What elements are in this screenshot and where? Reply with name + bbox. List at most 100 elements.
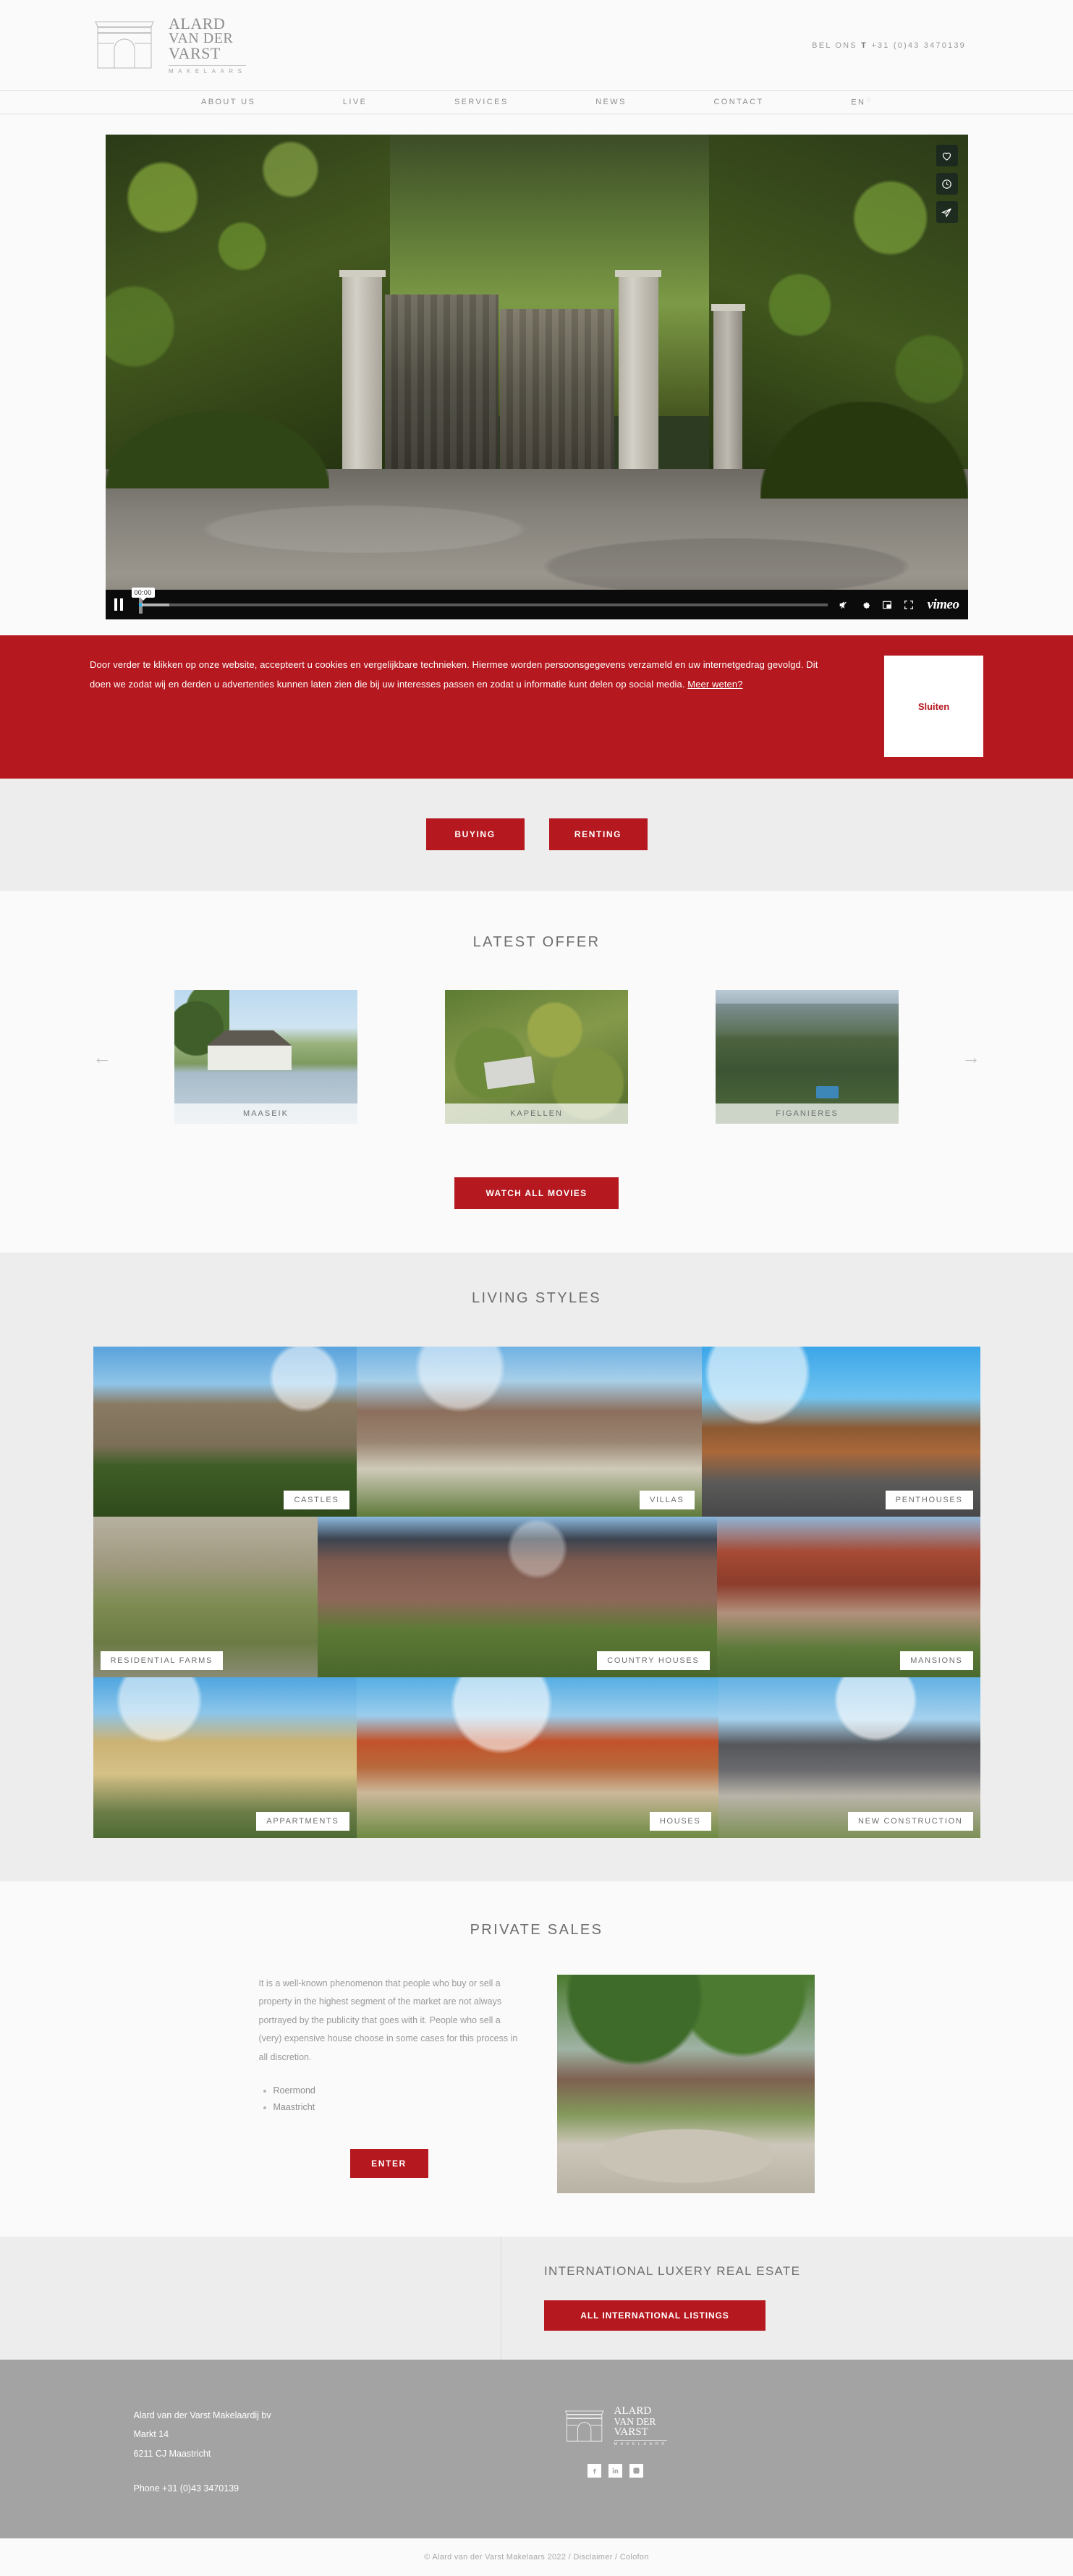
offer-caption: KAPELLEN bbox=[445, 1103, 628, 1124]
living-tile-label: PENTHOUSES bbox=[885, 1491, 973, 1509]
video-controls-bar: 00:00 vimeo bbox=[105, 587, 968, 619]
progress-track[interactable] bbox=[138, 603, 828, 606]
share-button[interactable] bbox=[936, 201, 958, 223]
all-international-listings-button[interactable]: ALL INTERNATIONAL LISTINGS bbox=[544, 2300, 765, 2331]
volume-muted-icon[interactable] bbox=[838, 599, 849, 611]
living-tile-label: VILLAS bbox=[639, 1491, 695, 1509]
video-right-controls: vimeo bbox=[838, 597, 959, 613]
watch-all-movies-button[interactable]: WATCH ALL MOVIES bbox=[454, 1177, 619, 1209]
nav-item-language[interactable]: EN □ bbox=[851, 98, 872, 107]
living-tile-label: APPARTMENTS bbox=[256, 1812, 349, 1831]
private-sales-image bbox=[556, 1975, 815, 2193]
vimeo-logo[interactable]: vimeo bbox=[928, 597, 959, 613]
buying-button[interactable]: BUYING bbox=[425, 818, 525, 850]
arch-logo-icon bbox=[564, 2410, 603, 2441]
like-button[interactable] bbox=[936, 145, 958, 166]
footer-logo-line-1: ALARD bbox=[614, 2405, 652, 2417]
video-progress[interactable]: 00:00 bbox=[131, 587, 828, 614]
video-side-actions bbox=[936, 145, 958, 223]
chevron-down-icon: □ bbox=[867, 98, 872, 103]
international-spacer bbox=[0, 2237, 501, 2360]
hero-video-section: 00:00 vimeo bbox=[0, 114, 1073, 635]
homepage: ALARD VAN DER VARST MAKELAARS BEL ONS T … bbox=[0, 0, 1073, 2576]
linkedin-icon bbox=[612, 2467, 619, 2474]
video-frame-image bbox=[105, 135, 968, 619]
footer-wordmark: ALARD VAN DER VARST MAKELAARS bbox=[614, 2406, 668, 2446]
living-tile-new-construction[interactable]: NEW CONSTRUCTION bbox=[718, 1677, 980, 1838]
offer-card-kapellen[interactable]: KAPELLEN bbox=[445, 990, 628, 1124]
linkedin-link[interactable] bbox=[608, 2464, 622, 2478]
logo-subtitle: MAKELAARS bbox=[169, 64, 247, 75]
cookie-banner: Door verder te klikken op onze website, … bbox=[0, 635, 1073, 779]
latest-offer-section: LATEST OFFER ← MAASEIK KAPELLEN FIGANIER… bbox=[0, 891, 1073, 1253]
copyright-text[interactable]: © Alard van der Varst Makelaars 2022 / D… bbox=[424, 2553, 649, 2562]
nav-item-live[interactable]: LIVE bbox=[343, 98, 367, 107]
facebook-icon bbox=[593, 2468, 596, 2474]
living-tile-label: MANSIONS bbox=[900, 1651, 973, 1670]
logo-wordmark: ALARD VAN DER VARST MAKELAARS bbox=[169, 16, 247, 75]
living-styles-title: LIVING STYLES bbox=[471, 1290, 602, 1306]
arch-logo-icon bbox=[95, 21, 154, 68]
private-sales-enter-button[interactable]: ENTER bbox=[349, 2149, 428, 2179]
video-time-tooltip: 00:00 bbox=[131, 587, 155, 601]
header-phone[interactable]: BEL ONS T +31 (0)43 3470139 bbox=[812, 41, 966, 50]
nav-item-services[interactable]: SERVICES bbox=[454, 98, 509, 107]
living-tile-houses[interactable]: HOUSES bbox=[356, 1677, 718, 1838]
latest-offer-carousel: ← MAASEIK KAPELLEN FIGANIERES → bbox=[0, 990, 1073, 1124]
footer-logo-line-2: VAN DER bbox=[614, 2416, 656, 2427]
footer-city: 6211 CJ Maastricht bbox=[133, 2448, 211, 2459]
fullscreen-icon[interactable] bbox=[903, 599, 915, 611]
cookie-text: Door verder te klikken op onze website, … bbox=[90, 656, 820, 694]
private-sales-section: PRIVATE SALES It is a well-known phenome… bbox=[0, 1881, 1073, 2237]
renting-button[interactable]: RENTING bbox=[548, 818, 648, 850]
header-phone-prefix: BEL ONS bbox=[812, 41, 857, 50]
footer-logo-line-3: VARST bbox=[614, 2425, 648, 2438]
nav-item-about-us[interactable]: ABOUT US bbox=[201, 98, 255, 107]
header-phone-number: +31 (0)43 3470139 bbox=[871, 41, 966, 50]
living-tile-mansions[interactable]: MANSIONS bbox=[716, 1517, 980, 1677]
latest-offer-title: LATEST OFFER bbox=[472, 934, 601, 950]
site-header: ALARD VAN DER VARST MAKELAARS BEL ONS T … bbox=[0, 0, 1073, 90]
living-tile-country-houses[interactable]: COUNTRY HOUSES bbox=[317, 1517, 717, 1677]
site-logo[interactable]: ALARD VAN DER VARST MAKELAARS bbox=[93, 16, 247, 75]
offer-card-maaseik[interactable]: MAASEIK bbox=[174, 990, 357, 1124]
carousel-prev-arrow[interactable]: ← bbox=[93, 1048, 111, 1067]
nav-item-contact[interactable]: CONTACT bbox=[713, 98, 763, 107]
footer-logo-subtitle: MAKELAARS bbox=[614, 2439, 668, 2447]
buy-rent-section: BUYING RENTING bbox=[0, 779, 1073, 891]
list-item[interactable]: Maastricht bbox=[273, 2099, 519, 2116]
offer-caption: MAASEIK bbox=[174, 1103, 357, 1124]
footer-company: Alard van der Varst Makelaardij bv bbox=[133, 2410, 271, 2420]
main-nav: ABOUT US LIVE SERVICES NEWS CONTACT EN □ bbox=[0, 90, 1073, 114]
living-tile-penthouses[interactable]: PENTHOUSES bbox=[701, 1347, 980, 1517]
living-styles-section: LIVING STYLES CASTLES VILLAS PENTHOUSES … bbox=[0, 1253, 1073, 1881]
video-player[interactable]: 00:00 vimeo bbox=[105, 135, 968, 619]
carousel-next-arrow[interactable]: → bbox=[962, 1048, 980, 1067]
cookie-more-link[interactable]: Meer weten? bbox=[687, 679, 742, 690]
living-tile-castles[interactable]: CASTLES bbox=[93, 1347, 357, 1517]
pause-button[interactable] bbox=[114, 598, 132, 611]
living-tile-label: NEW CONSTRUCTION bbox=[847, 1812, 973, 1831]
copyright-bar: © Alard van der Varst Makelaars 2022 / D… bbox=[0, 2538, 1073, 2576]
list-item[interactable]: Roermond bbox=[273, 2083, 519, 2099]
private-sales-body: It is a well-known phenomenon that peopl… bbox=[258, 1978, 518, 2062]
living-tile-appartments[interactable]: APPARTMENTS bbox=[93, 1677, 357, 1838]
clock-icon bbox=[942, 179, 951, 189]
offer-card-figanieres[interactable]: FIGANIERES bbox=[716, 990, 899, 1124]
pip-icon[interactable] bbox=[881, 599, 893, 611]
living-tile-residential-farms[interactable]: RESIDENTIAL FARMS bbox=[93, 1517, 318, 1677]
living-tile-villas[interactable]: VILLAS bbox=[356, 1347, 702, 1517]
footer-address: Alard van der Varst Makelaardij bv Markt… bbox=[134, 2406, 539, 2498]
watch-later-button[interactable] bbox=[936, 173, 958, 195]
cookie-close-button[interactable]: Sluiten bbox=[884, 656, 983, 757]
facebook-link[interactable] bbox=[587, 2464, 601, 2478]
nav-item-news[interactable]: NEWS bbox=[595, 98, 627, 107]
footer-socials bbox=[587, 2464, 643, 2478]
site-footer: Alard van der Varst Makelaardij bv Markt… bbox=[0, 2360, 1073, 2538]
gear-icon[interactable] bbox=[860, 599, 871, 611]
footer-phone[interactable]: Phone +31 (0)43 3470139 bbox=[134, 2479, 539, 2498]
footer-logo[interactable]: ALARD VAN DER VARST MAKELAARS bbox=[564, 2406, 668, 2446]
living-tile-label: CASTLES bbox=[284, 1491, 349, 1509]
instagram-link[interactable] bbox=[629, 2464, 643, 2478]
living-tile-label: RESIDENTIAL FARMS bbox=[100, 1651, 224, 1670]
